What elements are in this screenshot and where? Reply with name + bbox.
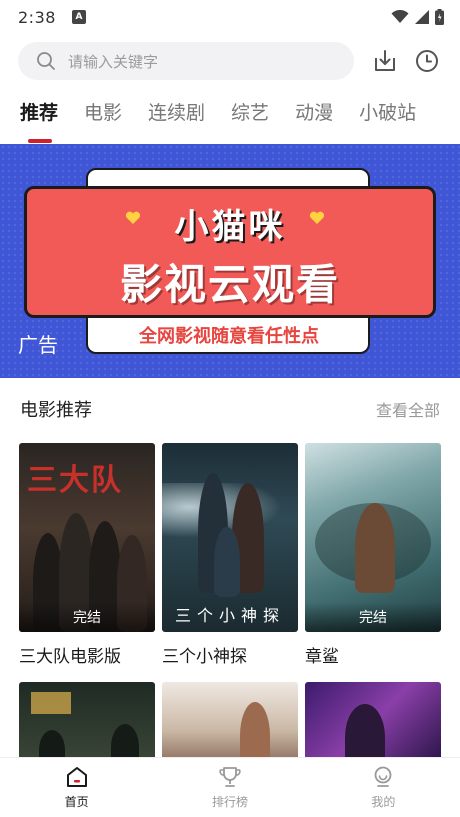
banner-card: 小猫咪 影视云观看	[24, 186, 436, 318]
download-icon[interactable]	[370, 46, 400, 76]
poster-figure	[214, 527, 240, 597]
nav-profile-label: 我的	[371, 795, 396, 809]
poster-figure	[355, 503, 395, 593]
movie-poster[interactable]	[305, 682, 441, 762]
notification-icon: A	[71, 10, 86, 24]
tab-series[interactable]: 连续剧	[148, 98, 205, 135]
nav-home-label: 首页	[64, 795, 89, 809]
category-tabs: 推荐 电影 连续剧 综艺 动漫 小破站	[20, 98, 416, 143]
movie-poster[interactable]: 三个小神探	[162, 443, 298, 632]
movie-title[interactable]: 三个小神探	[162, 642, 298, 672]
movie-poster[interactable]	[162, 682, 298, 762]
poster-title-art: 三大队	[27, 463, 123, 498]
movie-title[interactable]: 三大队电影版	[19, 642, 155, 672]
heart-icon	[309, 211, 325, 224]
search-row: 请输入关键字	[18, 42, 444, 80]
status-icons	[391, 9, 444, 25]
banner-subtitle: 影视云观看	[119, 260, 340, 309]
tab-bilibili[interactable]: 小破站	[359, 98, 416, 135]
see-all-link[interactable]: 查看全部	[376, 397, 440, 421]
status-time: 2:38	[18, 7, 56, 27]
trophy-icon	[219, 767, 241, 787]
status-badge: 完结	[19, 602, 155, 632]
tab-recommend[interactable]: 推荐	[20, 98, 58, 143]
wifi-icon	[391, 10, 409, 23]
tab-variety[interactable]: 综艺	[231, 98, 269, 135]
movie-title[interactable]: 章鲨	[305, 642, 441, 672]
movie-card[interactable]	[162, 682, 298, 762]
search-input[interactable]: 请输入关键字	[18, 42, 354, 80]
promo-banner[interactable]: 小猫咪 影视云观看 全网影视随意看任性点 广告	[0, 144, 460, 378]
search-placeholder: 请输入关键字	[68, 52, 159, 71]
banner-title: 小猫咪	[174, 207, 286, 247]
poster-title-art	[31, 692, 71, 714]
movie-poster[interactable]: 三大队 完结	[19, 443, 155, 632]
movie-card[interactable]: 完结 章鲨	[305, 443, 441, 672]
profile-icon	[374, 766, 392, 787]
status-bar: 2:38 A	[0, 0, 460, 34]
poster-caption: 三个小神探	[174, 606, 285, 625]
poster-figure	[345, 704, 385, 762]
section-title: 电影推荐	[20, 400, 92, 421]
nav-home[interactable]: 首页	[0, 758, 153, 817]
movie-card[interactable]: 三大队 完结 三大队电影版	[19, 443, 155, 672]
battery-icon	[435, 9, 444, 25]
banner-slogan: 全网影视随意看任性点	[139, 326, 319, 347]
movie-card[interactable]: 三个小神探 三个小神探	[162, 443, 298, 672]
poster-figure	[240, 702, 270, 762]
tab-movies[interactable]: 电影	[84, 98, 122, 135]
nav-ranking-label: 排行榜	[211, 795, 248, 809]
movie-grid: 三大队 完结 三大队电影版 三个小神探 三个小神探 完结 章鲨	[19, 443, 441, 762]
movie-poster[interactable]	[19, 682, 155, 762]
section-header: 电影推荐 查看全部	[20, 396, 440, 422]
movie-card[interactable]	[19, 682, 155, 762]
ad-label: 广告	[18, 333, 58, 357]
history-icon[interactable]	[412, 46, 442, 76]
movie-card[interactable]	[305, 682, 441, 762]
bottom-nav: 首页 排行榜 我的	[0, 757, 460, 817]
nav-profile[interactable]: 我的	[307, 758, 460, 817]
nav-ranking[interactable]: 排行榜	[153, 758, 306, 817]
signal-icon	[415, 10, 429, 24]
tab-anime[interactable]: 动漫	[295, 98, 333, 135]
search-icon	[36, 51, 56, 71]
status-badge: 完结	[305, 602, 441, 632]
movie-poster[interactable]: 完结	[305, 443, 441, 632]
home-icon	[66, 767, 87, 787]
